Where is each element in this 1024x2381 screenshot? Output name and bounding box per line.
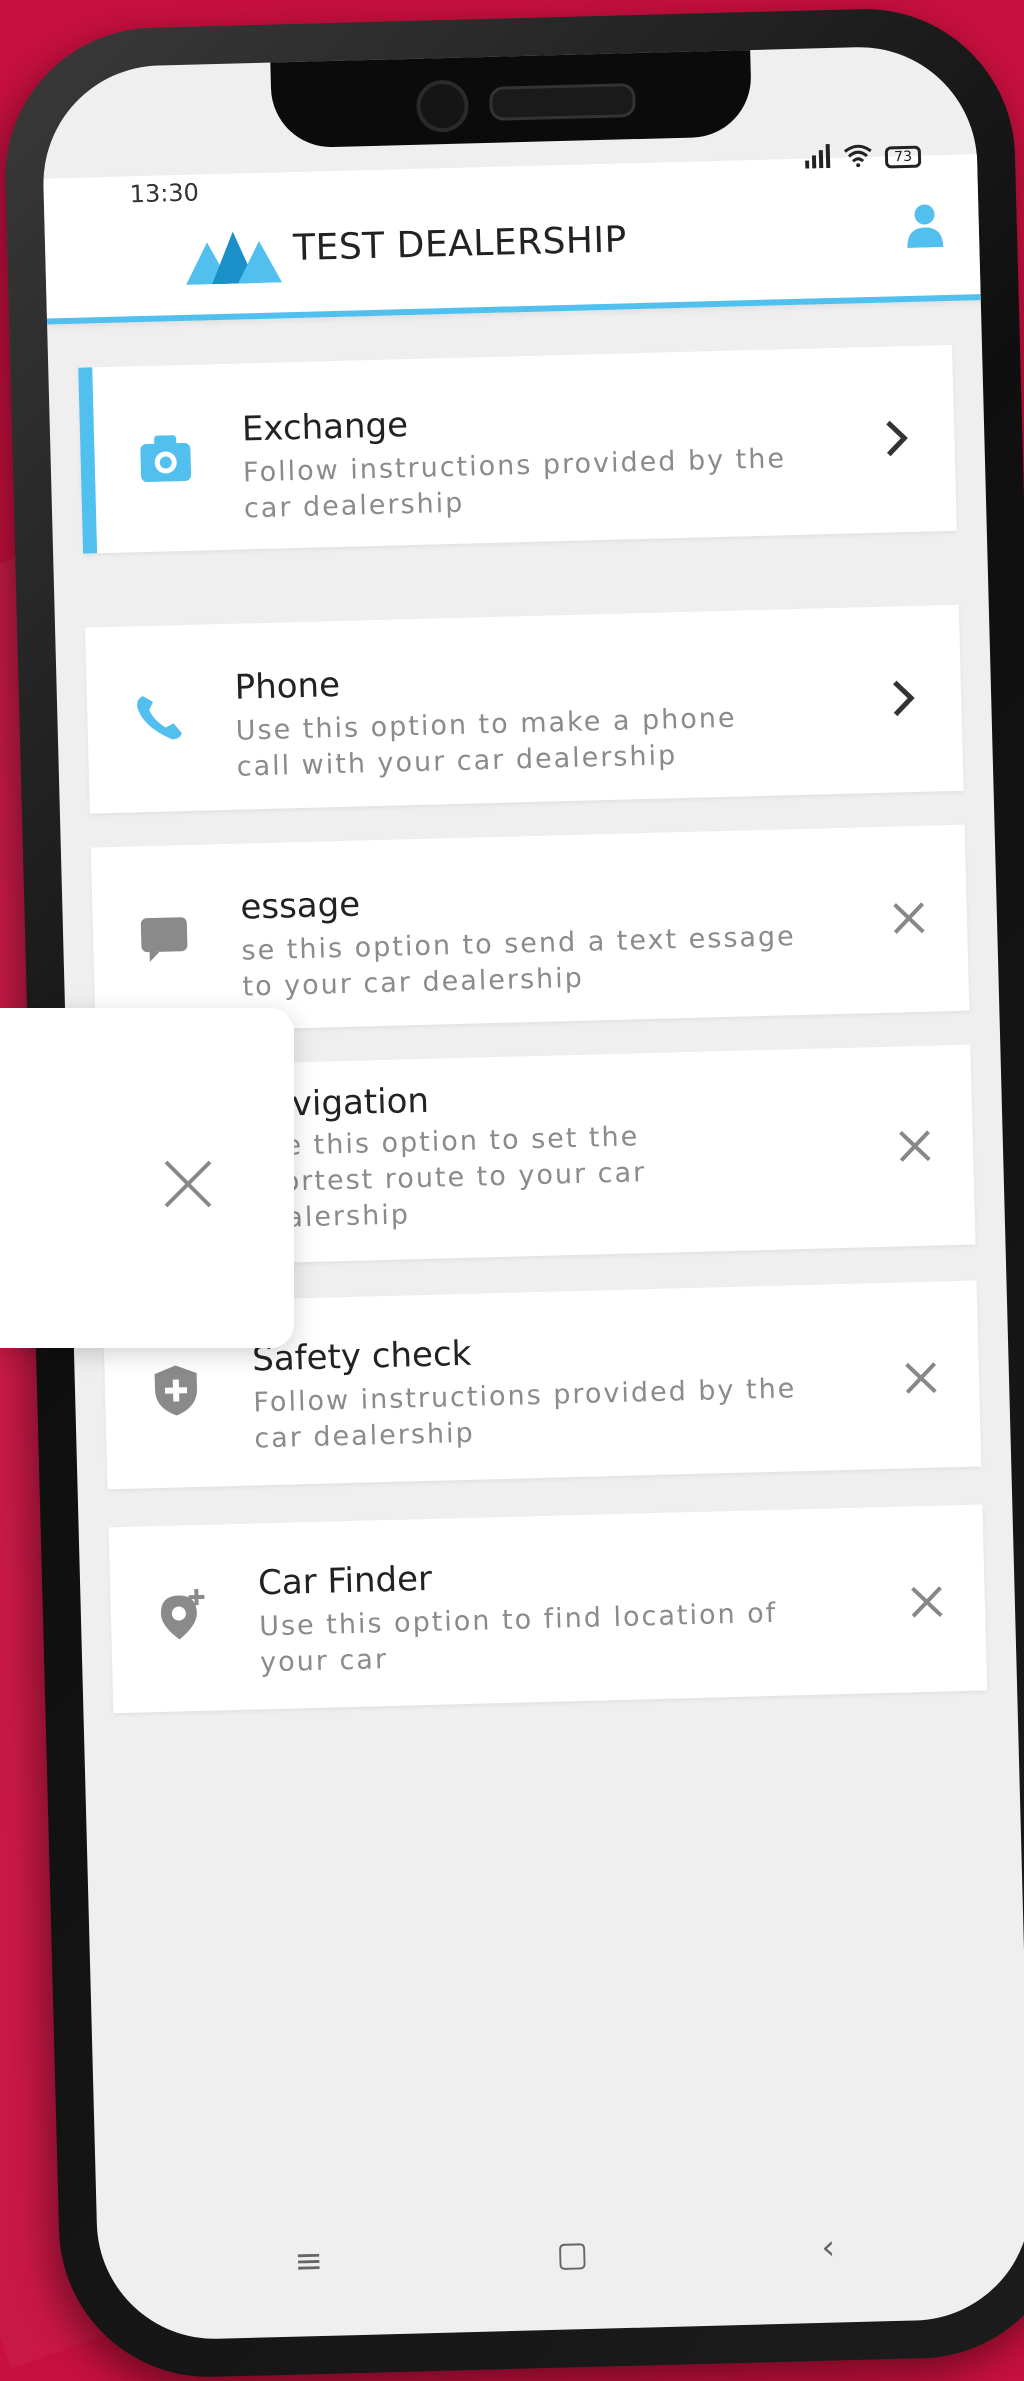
dealership-logo xyxy=(186,231,283,285)
card-title: essage xyxy=(239,884,361,928)
phone-notch xyxy=(270,44,753,149)
page: { "status_bar": { "time": "13:30", "batt… xyxy=(0,0,1024,2381)
card-description: Use this option to make a phone call wit… xyxy=(235,702,737,783)
front-camera xyxy=(415,79,470,133)
callout-popup xyxy=(0,1008,294,1348)
status-time: 13:30 xyxy=(129,178,200,209)
card-title: Car Finder xyxy=(257,1558,433,1604)
message-icon xyxy=(140,917,188,963)
close-icon[interactable] xyxy=(892,1124,937,1169)
card-car-finder[interactable]: Car Finder Use this option to find locat… xyxy=(108,1504,988,1714)
close-icon[interactable] xyxy=(160,1156,216,1212)
profile-icon[interactable] xyxy=(906,203,944,248)
app-title: TEST DEALERSHIP xyxy=(292,219,628,270)
earpiece-speaker xyxy=(489,83,636,121)
card-description: Follow instructions provided by the car … xyxy=(252,1373,797,1455)
card-exchange[interactable]: Exchange Follow instructions provided by… xyxy=(78,344,957,554)
card-title: Exchange xyxy=(241,405,409,450)
shield-icon xyxy=(154,1365,198,1416)
back-button[interactable]: ‹ xyxy=(821,2228,836,2268)
card-message[interactable]: essage se this option to send a text ess… xyxy=(90,824,970,1034)
card-title: Phone xyxy=(234,664,341,708)
chevron-right-icon[interactable] xyxy=(881,676,926,721)
close-icon[interactable] xyxy=(886,896,931,941)
battery-indicator: 73 xyxy=(884,145,922,169)
system-nav-bar: ≡ ▢ ‹ xyxy=(96,2167,1024,2341)
location-add-icon xyxy=(160,1589,205,1640)
home-button[interactable]: ▢ xyxy=(556,2234,589,2275)
card-description: Use this option to set the shortest rout… xyxy=(246,1121,647,1235)
close-icon[interactable] xyxy=(904,1579,949,1624)
close-icon[interactable] xyxy=(898,1355,943,1400)
menu-button[interactable]: ≡ xyxy=(294,2241,324,2282)
signal-icon xyxy=(805,143,832,175)
card-description: Use this option to find location of your… xyxy=(258,1597,778,1679)
card-phone[interactable]: Phone Use this option to make a phone ca… xyxy=(85,604,964,814)
chevron-right-icon[interactable] xyxy=(874,416,919,461)
wifi-icon xyxy=(843,143,874,174)
card-description: se this option to send a text essage to … xyxy=(241,921,797,1003)
status-icons: 73 xyxy=(805,142,922,175)
camera-icon xyxy=(140,435,192,482)
phone-icon xyxy=(137,696,182,740)
card-description: Follow instructions provided by the car … xyxy=(242,443,787,525)
